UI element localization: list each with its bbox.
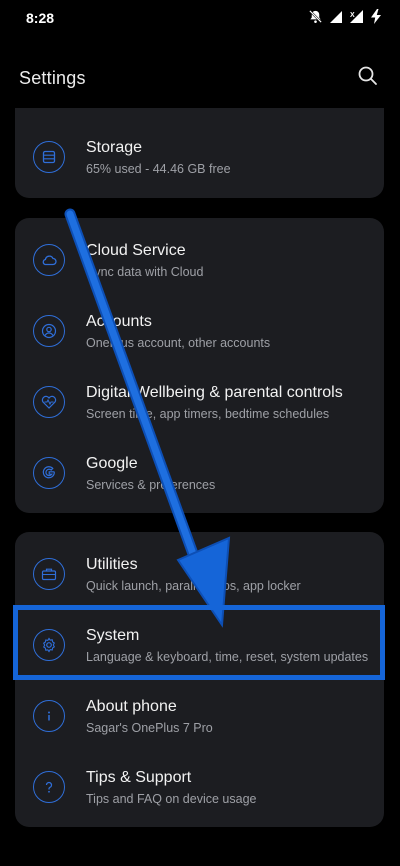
signal-no-data-icon: X [350, 10, 363, 23]
cloud-icon [33, 244, 65, 276]
settings-card-storage: Storage 65% used - 44.46 GB free [15, 108, 384, 198]
page-title: Settings [19, 68, 86, 88]
item-subtitle: Screen time, app timers, bedtime schedul… [86, 407, 330, 421]
settings-card-accounts: Cloud Service Sync data with Cloud Accou… [15, 218, 384, 513]
help-icon [33, 771, 65, 803]
settings-item-google[interactable]: Google Services & preferences [15, 438, 384, 509]
item-subtitle: 65% used - 44.46 GB free [86, 162, 231, 176]
settings-item-system[interactable]: System Language & keyboard, time, reset,… [15, 610, 384, 681]
status-time: 8:28 [26, 10, 55, 26]
status-icons: X [308, 9, 382, 24]
item-title: Tips & Support [86, 769, 192, 786]
account-icon [33, 315, 65, 347]
svg-text:X: X [350, 12, 355, 19]
settings-item-storage[interactable]: Storage 65% used - 44.46 GB free [15, 122, 384, 193]
item-title: Google [86, 455, 138, 472]
battery-charging-icon [371, 9, 381, 24]
item-subtitle: Quick launch, parallel apps, app locker [86, 579, 301, 593]
app-bar: Settings [0, 52, 400, 104]
item-subtitle: OnePlus account, other accounts [86, 336, 271, 350]
item-title: Cloud Service [86, 242, 186, 259]
settings-card-system: Utilities Quick launch, parallel apps, a… [15, 532, 384, 827]
item-subtitle: Tips and FAQ on device usage [86, 792, 257, 806]
google-icon [33, 457, 65, 489]
settings-item-digital-wellbeing[interactable]: Digital Wellbeing & parental controls Sc… [15, 367, 384, 438]
storage-icon [33, 141, 65, 173]
item-title: Digital Wellbeing & parental controls [86, 384, 343, 401]
signal-icon [330, 10, 342, 23]
item-subtitle: Sync data with Cloud [86, 265, 204, 279]
settings-item-cloud-service[interactable]: Cloud Service Sync data with Cloud [15, 225, 384, 296]
heart-icon [33, 386, 65, 418]
search-icon [358, 66, 377, 85]
info-icon [33, 700, 65, 732]
item-title: Utilities [86, 556, 138, 573]
search-button[interactable] [356, 64, 380, 88]
toolbox-icon [33, 558, 65, 590]
settings-item-tips-support[interactable]: Tips & Support Tips and FAQ on device us… [15, 752, 384, 823]
mute-icon [309, 10, 322, 23]
settings-item-utilities[interactable]: Utilities Quick launch, parallel apps, a… [15, 539, 384, 610]
item-title: About phone [86, 698, 177, 715]
status-bar: 8:28 X [0, 0, 400, 36]
gear-icon [33, 629, 65, 661]
item-subtitle: Sagar's OnePlus 7 Pro [86, 721, 213, 735]
item-subtitle: Language & keyboard, time, reset, system… [86, 650, 369, 664]
item-title: Storage [86, 139, 143, 156]
settings-item-accounts[interactable]: Accounts OnePlus account, other accounts [15, 296, 384, 367]
item-subtitle: Services & preferences [86, 478, 216, 492]
settings-item-about-phone[interactable]: About phone Sagar's OnePlus 7 Pro [15, 681, 384, 752]
item-title: Accounts [86, 313, 152, 330]
item-title: System [86, 627, 140, 644]
